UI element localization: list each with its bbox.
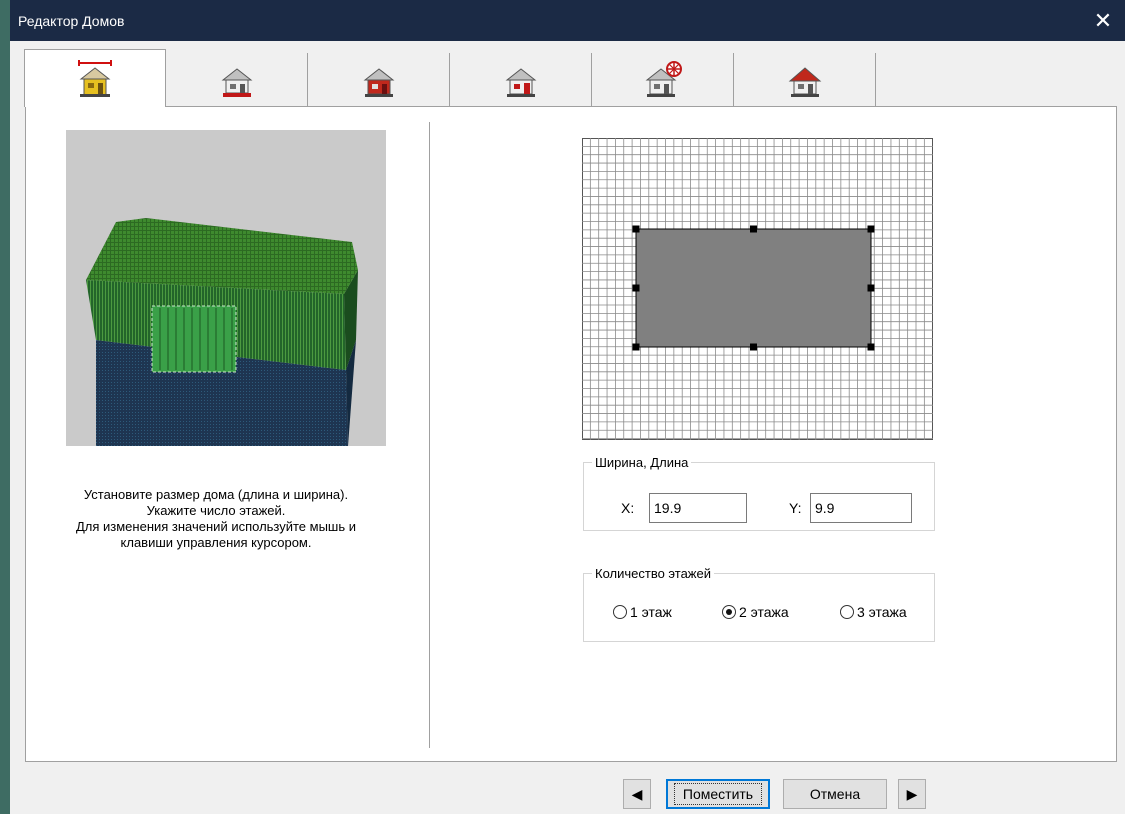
house-editor-dialog: Редактор Домов ✕ Установите размер дома …	[10, 0, 1125, 814]
resize-handle[interactable]	[632, 343, 640, 351]
window-title: Редактор Домов	[18, 13, 125, 29]
house-walls-icon	[363, 68, 394, 97]
footprint-canvas[interactable]	[582, 138, 933, 440]
y-length-input[interactable]	[810, 493, 912, 523]
instruction-line: Укажите число этажей.	[146, 503, 286, 518]
cancel-button-label: Отмена	[809, 786, 861, 802]
tab-content-panel: Установите размер дома (длина и ширина).…	[25, 106, 1117, 762]
title-bar[interactable]: Редактор Домов ✕	[10, 0, 1125, 41]
house-size-icon	[78, 59, 112, 97]
radio-circle[interactable]	[722, 605, 736, 619]
resize-handle[interactable]	[632, 225, 640, 233]
tab-strip	[10, 41, 1125, 107]
arrow-left-icon: ◀	[631, 785, 643, 802]
dimensions-group: Ширина, Длина X: Y:	[583, 455, 935, 531]
house-door-icon	[505, 68, 536, 97]
resize-handle[interactable]	[867, 225, 875, 233]
radio-label: 1 этаж	[630, 604, 672, 620]
tab-house-walls[interactable]	[308, 53, 450, 107]
house-3d-preview	[66, 130, 386, 446]
resize-handle[interactable]	[867, 343, 875, 351]
instruction-line: клавиши управления курсором.	[120, 535, 312, 550]
dimensions-legend: Ширина, Длина	[595, 455, 689, 470]
house-foundation-icon	[221, 68, 252, 97]
radio-label: 2 этажа	[739, 604, 789, 620]
house-roof-icon	[788, 67, 821, 97]
cancel-button[interactable]: Отмена	[783, 779, 887, 809]
vertical-divider	[429, 122, 430, 748]
footprint-grid[interactable]	[582, 138, 933, 440]
resize-handle[interactable]	[750, 343, 757, 351]
resize-handle[interactable]	[750, 225, 757, 233]
instruction-line: Установите размер дома (длина и ширина).	[83, 487, 349, 502]
next-button[interactable]: ▶	[898, 779, 926, 809]
radio-2-floors[interactable]: 2 этажа	[722, 604, 789, 620]
house-3d-render	[86, 218, 358, 446]
tab-house-size[interactable]	[24, 49, 166, 107]
house-windows-icon	[645, 61, 682, 97]
tab-house-roof[interactable]	[734, 53, 876, 107]
floors-group: Количество этажей 1 этаж 2 этажа 3 этажа	[583, 566, 935, 642]
radio-1-floor[interactable]: 1 этаж	[613, 604, 672, 620]
y-label: Y:	[789, 500, 802, 516]
radio-label: 3 этажа	[857, 604, 907, 620]
prev-button[interactable]: ◀	[623, 779, 651, 809]
radio-circle[interactable]	[613, 605, 627, 619]
radio-3-floors[interactable]: 3 этажа	[840, 604, 907, 620]
x-width-input[interactable]	[649, 493, 747, 523]
instructions-text: Установите размер дома (длина и ширина).…	[26, 487, 406, 551]
tab-house-windows[interactable]	[592, 53, 734, 107]
tab-house-foundation[interactable]	[166, 53, 308, 107]
arrow-right-icon: ▶	[906, 785, 918, 802]
resize-handle[interactable]	[632, 284, 640, 292]
house-footprint[interactable]	[635, 228, 872, 348]
radio-circle[interactable]	[840, 605, 854, 619]
x-label: X:	[621, 500, 635, 516]
place-button-label: Поместить	[673, 783, 763, 805]
place-button[interactable]: Поместить	[666, 779, 770, 809]
resize-handle[interactable]	[867, 284, 875, 292]
tab-house-door[interactable]	[450, 53, 592, 107]
close-icon[interactable]: ✕	[1081, 0, 1125, 41]
instruction-line: Для изменения значений используйте мышь …	[75, 519, 357, 534]
floors-legend: Количество этажей	[595, 566, 711, 581]
